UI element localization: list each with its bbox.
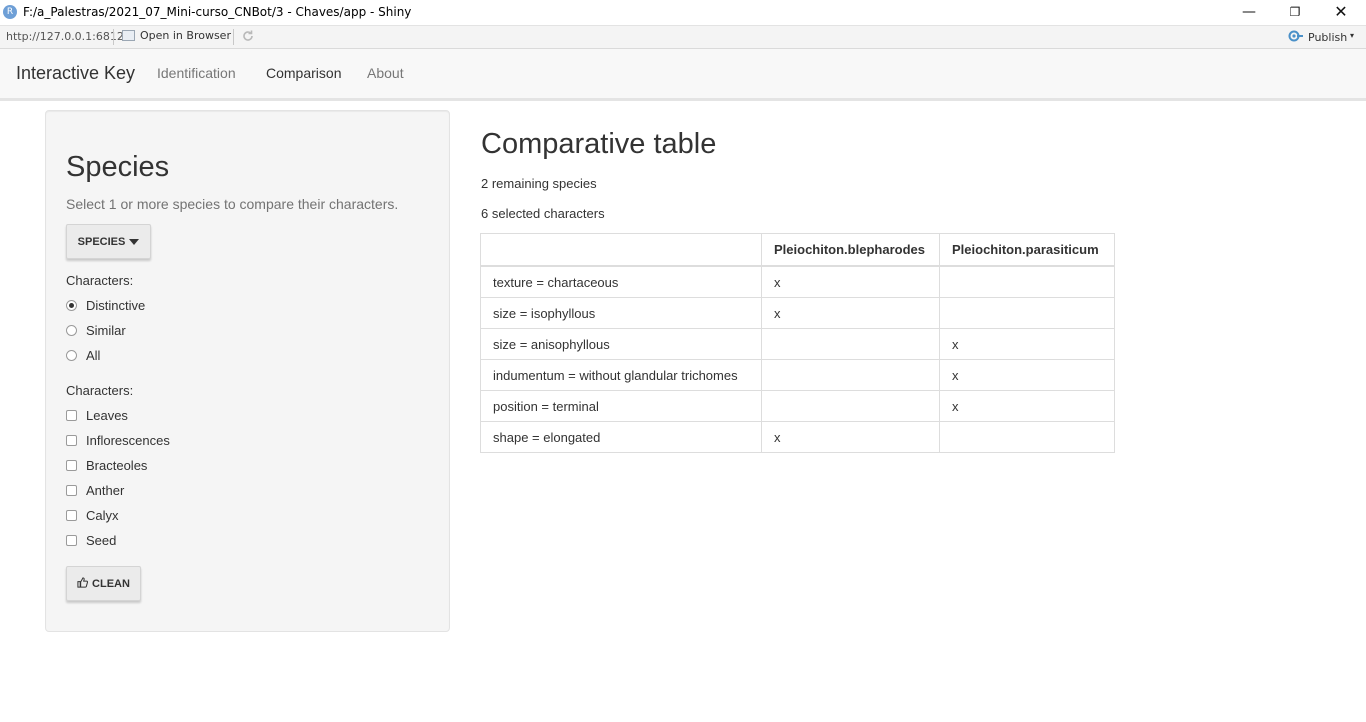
clean-button-label: CLEAN <box>92 577 130 590</box>
species-cell <box>939 421 1115 453</box>
close-button[interactable]: ✕ <box>1318 0 1364 25</box>
comparative-table: Pleiochiton.blepharodes Pleiochiton.para… <box>480 233 1115 453</box>
app-icon: R <box>3 5 17 19</box>
species-cell: x <box>939 328 1115 360</box>
navbar-shadow <box>0 98 1366 101</box>
checkbox[interactable] <box>66 485 77 496</box>
character-cell: indumentum = without glandular trichomes <box>480 359 762 391</box>
radio-button[interactable] <box>66 300 77 311</box>
radio-label: Distinctive <box>86 298 146 313</box>
toolbar-divider <box>233 29 234 45</box>
character-cell: size = anisophyllous <box>480 328 762 360</box>
radio-distinctive[interactable]: Distinctive <box>66 298 145 313</box>
species-cell <box>761 390 940 422</box>
checkbox-seed[interactable]: Seed <box>66 533 116 548</box>
checkbox[interactable] <box>66 535 77 546</box>
viewer-url: http://127.0.0.1:6812 <box>6 30 124 43</box>
checkbox-label: Leaves <box>86 408 128 423</box>
column-header: Pleiochiton.parasiticum <box>939 233 1115 267</box>
species-cell <box>761 359 940 391</box>
checkbox-label: Anther <box>86 483 125 498</box>
checkbox-label: Calyx <box>86 508 119 523</box>
minimize-button[interactable]: — <box>1226 0 1272 25</box>
radio-label: Similar <box>86 323 126 338</box>
species-cell <box>761 328 940 360</box>
viewer-toolbar: http://127.0.0.1:6812 Open in Browser Pu… <box>0 25 1366 49</box>
toolbar-divider <box>113 29 114 45</box>
radio-all[interactable]: All <box>66 348 100 363</box>
character-cell: position = terminal <box>480 390 762 422</box>
publish-label: Publish <box>1308 31 1348 44</box>
column-header <box>480 233 762 267</box>
checkbox-label: Bracteoles <box>86 458 148 473</box>
checkbox-label: Seed <box>86 533 117 548</box>
checkbox-calyx[interactable]: Calyx <box>66 508 119 523</box>
clean-button[interactable]: CLEAN <box>66 566 141 601</box>
character-cell: texture = chartaceous <box>480 265 762 298</box>
checkbox[interactable] <box>66 410 77 421</box>
tab-identification[interactable]: Identification <box>157 65 236 81</box>
checkbox[interactable] <box>66 435 77 446</box>
publish-icon <box>1288 30 1304 45</box>
column-header: Pleiochiton.blepharodes <box>761 233 940 267</box>
sidebar-title: Species <box>66 151 170 183</box>
table-row: size = anisophyllous x <box>480 328 1115 360</box>
sidebar-panel: Species Select 1 or more species to comp… <box>45 110 450 632</box>
species-cell: x <box>761 421 940 453</box>
maximize-button[interactable]: ❐ <box>1272 0 1318 25</box>
browser-icon <box>122 30 135 41</box>
open-in-browser-button[interactable]: Open in Browser <box>122 29 231 42</box>
remaining-species-text: 2 remaining species <box>481 176 597 191</box>
page-title: Comparative table <box>481 128 717 160</box>
open-in-browser-label: Open in Browser <box>140 29 231 42</box>
radio-button[interactable] <box>66 325 77 336</box>
table-row: size = isophyllous x <box>480 297 1115 329</box>
species-cell: x <box>939 390 1115 422</box>
checkbox[interactable] <box>66 460 77 471</box>
sidebar-help-text: Select 1 or more species to compare thei… <box>66 196 399 212</box>
window-titlebar: R F:/a_Palestras/2021_07_Mini-curso_CNBo… <box>0 0 1366 25</box>
table-header-row: Pleiochiton.blepharodes Pleiochiton.para… <box>480 233 1115 267</box>
character-cell: shape = elongated <box>480 421 762 453</box>
species-cell: x <box>761 297 940 329</box>
radio-button[interactable] <box>66 350 77 361</box>
thumbs-up-icon <box>77 576 89 591</box>
species-cell <box>939 297 1115 329</box>
checkbox[interactable] <box>66 510 77 521</box>
checkbox-anther[interactable]: Anther <box>66 483 124 498</box>
species-cell <box>939 265 1115 298</box>
radio-label: All <box>86 348 101 363</box>
navbar: Interactive Key Identification Compariso… <box>0 49 1366 99</box>
tab-about[interactable]: About <box>367 65 404 81</box>
species-cell: x <box>939 359 1115 391</box>
window-title: F:/a_Palestras/2021_07_Mini-curso_CNBot/… <box>23 5 412 19</box>
species-button-label: SPECIES <box>77 235 126 248</box>
table-row: texture = chartaceous x <box>480 265 1115 298</box>
character-cell: size = isophyllous <box>480 297 762 329</box>
refresh-icon[interactable] <box>240 29 256 45</box>
species-dropdown-button[interactable]: SPECIES <box>66 224 151 259</box>
table-row: indumentum = without glandular trichomes… <box>480 359 1115 391</box>
selected-characters-text: 6 selected characters <box>481 206 605 221</box>
radio-group-label: Characters: <box>66 273 134 288</box>
caret-down-icon <box>129 238 140 245</box>
checkbox-group-label: Characters: <box>66 383 134 398</box>
tab-comparison[interactable]: Comparison <box>266 65 341 81</box>
species-cell: x <box>761 265 940 298</box>
publish-dropdown-icon[interactable]: ▾ <box>1350 31 1354 40</box>
checkbox-inflorescences[interactable]: Inflorescences <box>66 433 170 448</box>
radio-similar[interactable]: Similar <box>66 323 126 338</box>
checkbox-leaves[interactable]: Leaves <box>66 408 128 423</box>
checkbox-label: Inflorescences <box>86 433 170 448</box>
publish-button[interactable]: Publish <box>1288 30 1347 45</box>
table-row: shape = elongated x <box>480 421 1115 453</box>
checkbox-bracteoles[interactable]: Bracteoles <box>66 458 147 473</box>
table-row: position = terminal x <box>480 390 1115 422</box>
navbar-brand[interactable]: Interactive Key <box>16 63 135 84</box>
